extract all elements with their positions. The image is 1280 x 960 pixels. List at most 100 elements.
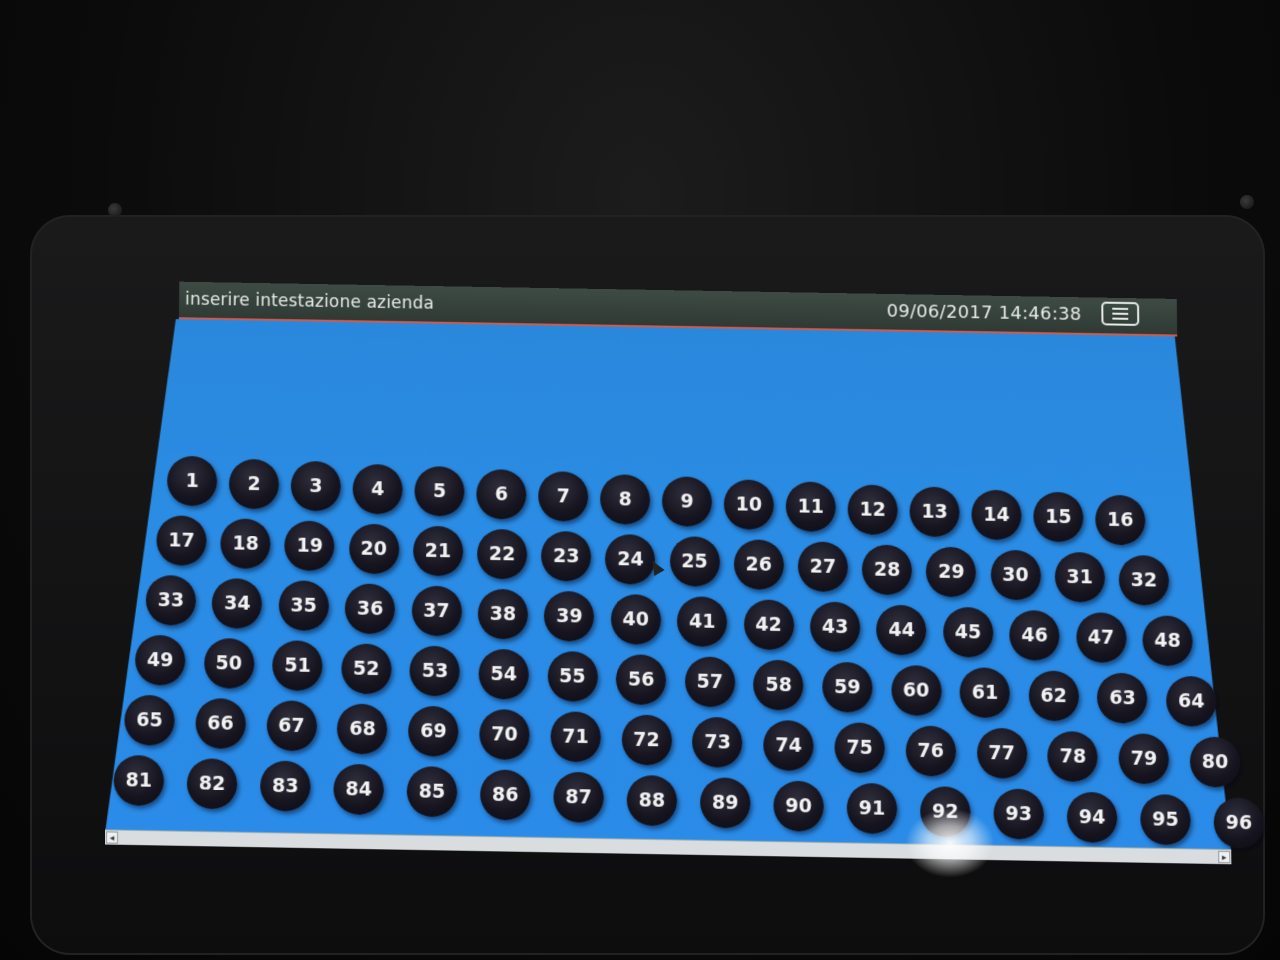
number-button-75[interactable]: 75	[834, 722, 885, 774]
number-button-94[interactable]: 94	[1066, 791, 1118, 843]
number-button-28[interactable]: 28	[861, 543, 913, 595]
number-button-25[interactable]: 25	[669, 536, 720, 587]
number-button-16[interactable]: 16	[1095, 494, 1146, 545]
number-button-38[interactable]: 38	[477, 588, 528, 640]
number-button-70[interactable]: 70	[479, 708, 530, 760]
number-button-43[interactable]: 43	[810, 601, 861, 653]
number-button-62[interactable]: 62	[1028, 669, 1079, 721]
hamburger-icon[interactable]	[1101, 301, 1140, 326]
arrow-right-icon[interactable]: ▸	[1218, 850, 1231, 864]
number-button-27[interactable]: 27	[797, 541, 849, 593]
number-button-37[interactable]: 37	[411, 585, 462, 637]
number-button-95[interactable]: 95	[1140, 793, 1191, 846]
number-button-17[interactable]: 17	[156, 515, 207, 566]
datetime-display: 09/06/2017 14:46:38	[886, 300, 1082, 325]
number-button-73[interactable]: 73	[692, 716, 743, 768]
number-button-48[interactable]: 48	[1142, 614, 1193, 666]
number-button-47[interactable]: 47	[1075, 612, 1127, 664]
number-button-45[interactable]: 45	[942, 606, 994, 658]
number-button-23[interactable]: 23	[541, 530, 592, 582]
number-button-81[interactable]: 81	[113, 754, 165, 807]
number-button-58[interactable]: 58	[753, 659, 804, 711]
number-button-1[interactable]: 1	[166, 455, 218, 507]
number-button-86[interactable]: 86	[480, 768, 531, 821]
number-button-grid: 1 2 3 4 5 6 7 8 9 10 11 12 13 14 15 16 17 18 19 20 21 22 23 24 2…	[113, 455, 1265, 849]
number-button-59[interactable]: 59	[822, 661, 873, 713]
number-button-29[interactable]: 29	[926, 546, 977, 598]
number-button-20[interactable]: 20	[348, 523, 399, 574]
number-button-15[interactable]: 15	[1033, 491, 1084, 543]
number-button-13[interactable]: 13	[909, 486, 960, 538]
number-button-93[interactable]: 93	[993, 788, 1045, 840]
number-button-44[interactable]: 44	[876, 604, 927, 656]
number-button-85[interactable]: 85	[406, 766, 458, 818]
number-button-33[interactable]: 33	[145, 574, 197, 626]
number-button-89[interactable]: 89	[700, 777, 751, 829]
number-button-19[interactable]: 19	[284, 520, 335, 572]
number-button-54[interactable]: 54	[478, 648, 529, 700]
number-button-22[interactable]: 22	[477, 528, 528, 580]
number-button-9[interactable]: 9	[662, 476, 712, 527]
number-button-36[interactable]: 36	[344, 582, 396, 634]
number-button-78[interactable]: 78	[1047, 730, 1099, 782]
number-button-60[interactable]: 60	[890, 664, 942, 716]
number-button-10[interactable]: 10	[723, 478, 774, 530]
number-button-26[interactable]: 26	[733, 538, 784, 590]
number-button-31[interactable]: 31	[1054, 551, 1105, 603]
number-button-82[interactable]: 82	[186, 757, 238, 809]
number-button-74[interactable]: 74	[763, 719, 814, 771]
number-button-84[interactable]: 84	[333, 763, 384, 815]
number-button-79[interactable]: 79	[1118, 733, 1170, 785]
number-button-51[interactable]: 51	[272, 640, 323, 692]
company-title: inserire intestazione azienda	[184, 289, 435, 314]
number-button-72[interactable]: 72	[621, 713, 672, 766]
number-button-11[interactable]: 11	[785, 481, 836, 533]
number-button-34[interactable]: 34	[212, 577, 263, 629]
number-button-14[interactable]: 14	[971, 489, 1022, 540]
number-button-87[interactable]: 87	[553, 771, 604, 823]
number-button-88[interactable]: 88	[626, 774, 678, 826]
number-button-65[interactable]: 65	[124, 694, 175, 746]
number-button-63[interactable]: 63	[1097, 672, 1148, 724]
number-button-69[interactable]: 69	[408, 705, 459, 757]
screw-icon	[108, 203, 122, 217]
number-button-77[interactable]: 77	[976, 727, 1028, 779]
number-button-76[interactable]: 76	[905, 724, 956, 777]
number-button-4[interactable]: 4	[352, 463, 403, 515]
number-button-46[interactable]: 46	[1009, 609, 1060, 661]
number-button-55[interactable]: 55	[547, 650, 598, 702]
number-button-40[interactable]: 40	[610, 593, 661, 645]
number-button-68[interactable]: 68	[337, 702, 388, 755]
number-button-50[interactable]: 50	[203, 637, 255, 689]
number-button-52[interactable]: 52	[341, 642, 392, 694]
arrow-left-icon[interactable]: ◂	[105, 831, 119, 844]
number-button-30[interactable]: 30	[990, 549, 1041, 600]
number-button-71[interactable]: 71	[550, 711, 601, 763]
number-button-49[interactable]: 49	[134, 634, 186, 686]
number-button-39[interactable]: 39	[544, 590, 595, 642]
number-button-24[interactable]: 24	[605, 533, 656, 585]
number-button-3[interactable]: 3	[290, 460, 341, 512]
number-button-7[interactable]: 7	[538, 471, 589, 522]
number-button-90[interactable]: 90	[773, 780, 824, 832]
number-button-35[interactable]: 35	[278, 580, 329, 632]
number-button-18[interactable]: 18	[220, 517, 271, 569]
number-button-56[interactable]: 56	[616, 653, 667, 705]
number-button-32[interactable]: 32	[1118, 554, 1170, 606]
number-button-41[interactable]: 41	[677, 596, 728, 648]
number-button-57[interactable]: 57	[684, 656, 735, 708]
number-button-2[interactable]: 2	[228, 458, 280, 509]
number-button-5[interactable]: 5	[414, 465, 465, 517]
number-button-12[interactable]: 12	[847, 483, 898, 535]
number-button-53[interactable]: 53	[409, 645, 461, 697]
number-button-61[interactable]: 61	[959, 667, 1011, 719]
number-button-66[interactable]: 66	[195, 697, 246, 749]
number-button-83[interactable]: 83	[260, 760, 311, 812]
number-button-8[interactable]: 8	[600, 473, 651, 525]
number-button-42[interactable]: 42	[743, 598, 794, 650]
number-button-6[interactable]: 6	[476, 468, 527, 520]
number-button-92[interactable]: 92	[920, 785, 971, 837]
number-button-67[interactable]: 67	[266, 700, 317, 752]
number-button-21[interactable]: 21	[412, 525, 464, 577]
number-button-91[interactable]: 91	[846, 782, 898, 835]
